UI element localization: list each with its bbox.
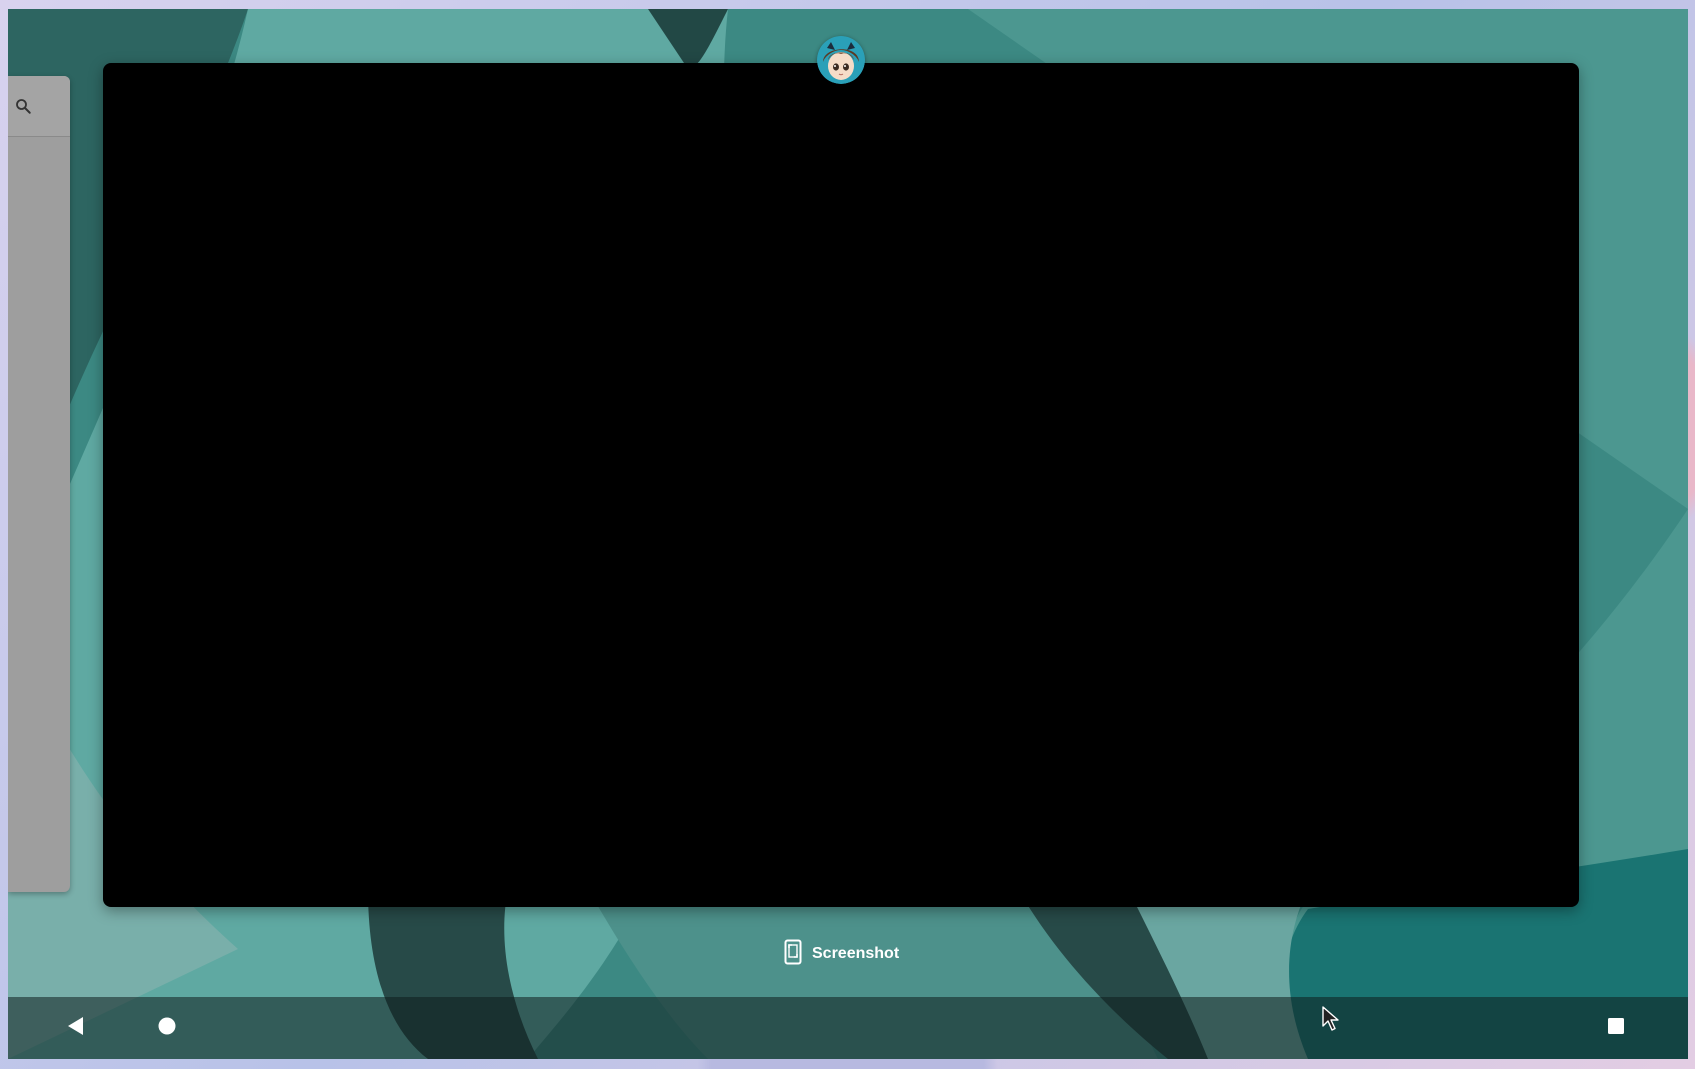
back-triangle-icon xyxy=(66,1016,86,1041)
mouse-cursor-icon xyxy=(1322,1006,1340,1037)
phone-screenshot-icon xyxy=(784,939,802,970)
side-panel-search[interactable] xyxy=(8,76,70,137)
home-circle-icon xyxy=(158,1017,176,1040)
recents-button[interactable] xyxy=(1586,997,1646,1059)
home-button[interactable] xyxy=(137,997,197,1059)
search-icon[interactable] xyxy=(14,97,32,115)
screenshot-button[interactable]: Screenshot xyxy=(784,939,899,969)
side-panel[interactable] xyxy=(8,76,70,892)
back-button[interactable] xyxy=(46,997,106,1059)
navigation-bar xyxy=(8,997,1688,1059)
recent-app-card[interactable] xyxy=(103,63,1579,907)
device-screen: Screenshot xyxy=(8,9,1688,1059)
app-avatar-icon[interactable] xyxy=(817,36,865,84)
screenshot-label: Screenshot xyxy=(812,945,900,962)
recents-square-icon xyxy=(1607,1017,1625,1040)
